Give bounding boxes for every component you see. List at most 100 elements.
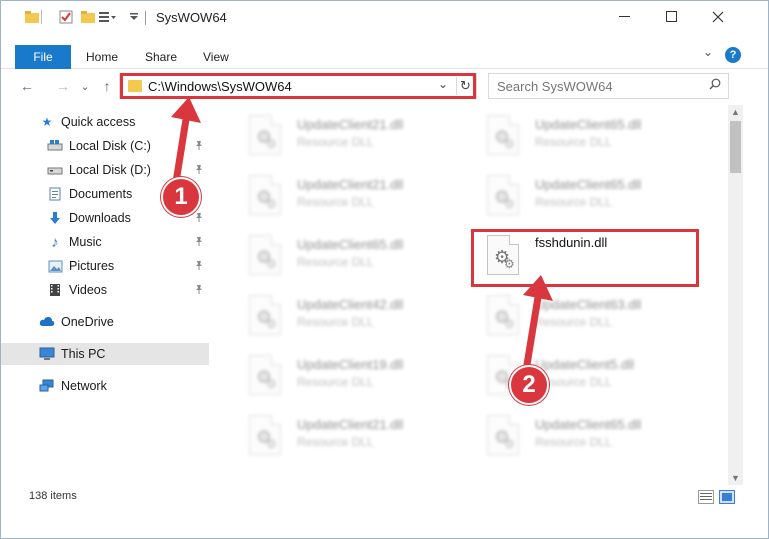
pin-icon[interactable] [194,284,204,297]
help-icon[interactable]: ? [725,47,741,63]
sidebar-item-videos[interactable]: Videos [1,279,209,301]
pin-icon[interactable] [194,236,204,249]
ribbon-expand-icon[interactable]: ⌄ [703,45,713,59]
file-type: Resource DLL [535,315,612,329]
file-item[interactable]: ⚙ ⚙ UpdateClient21.dll Resource DLL [237,111,467,161]
file-name: UpdateClient63.dll [535,297,642,312]
customize-toolbar-icon[interactable] [99,9,117,25]
tab-home[interactable]: Home [86,45,118,69]
pin-icon[interactable] [194,260,204,273]
star-icon: ★ [41,115,53,129]
sidebar-item-label: Local Disk (C:) [69,139,151,153]
new-folder-icon[interactable] [79,9,97,25]
ribbon-tabs: File Home Share View [1,41,768,69]
file-item[interactable]: ⚙⚙ UpdateClient5.dll Resource DLL [475,351,705,401]
file-type: Resource DLL [297,255,374,269]
search-box[interactable] [488,73,729,99]
file-name: UpdateClient5.dll [535,357,635,372]
sidebar-item-label: Quick access [61,115,136,129]
dll-file-icon: ⚙⚙ [249,415,281,455]
details-view-icon[interactable] [698,490,714,504]
file-name: UpdateClient19.dll [297,357,404,372]
file-type: Resource DLL [297,195,374,209]
pin-icon[interactable] [194,164,204,177]
tab-view[interactable]: View [203,45,229,69]
minimize-button[interactable] [602,1,648,33]
file-item[interactable]: ⚙ ⚙ UpdateClient65.dll Resource DLL [475,111,705,161]
maximize-button[interactable] [649,1,695,33]
sidebar-item-this-pc[interactable]: This PC [1,343,209,365]
file-item-fsshdunin[interactable]: ⚙ ⚙ fsshdunin.dll [475,231,705,281]
annotation-badge-1: 1 [161,177,201,217]
title-separator [145,11,146,25]
sidebar-item-pictures[interactable]: Pictures [1,255,209,277]
sidebar-item-network[interactable]: Network [1,375,209,397]
address-path[interactable]: C:\Windows\SysWOW64 [148,79,292,94]
recent-locations-dropdown[interactable]: ⌄ [79,76,91,96]
address-dropdown-icon[interactable]: ⌄ [438,77,448,91]
sidebar-item-label: Videos [69,283,107,297]
sidebar-item-local-disk-c[interactable]: Local Disk (C:) [1,135,209,157]
dll-file-icon: ⚙⚙ [487,415,519,455]
scroll-up-icon[interactable]: ▲ [728,105,743,119]
file-item[interactable]: ⚙ ⚙ UpdateClient65.dll Resource DLL [475,411,705,461]
file-name: UpdateClient21.dll [297,177,404,192]
dll-file-icon: ⚙⚙ [249,115,281,155]
sidebar-item-music[interactable]: ♪ Music [1,231,209,253]
pin-icon[interactable] [194,140,204,153]
file-name: UpdateClient21.dll [297,417,404,432]
dll-file-icon: ⚙⚙ [487,235,519,275]
refresh-icon[interactable]: ↻ [456,77,474,95]
pin-icon[interactable] [194,212,204,225]
network-icon [39,379,55,393]
window-title: SysWOW64 [156,10,227,25]
file-item[interactable]: ⚙ ⚙ UpdateClient65.dll Resource DLL [237,231,467,281]
sidebar-item-label: Downloads [69,211,131,225]
file-name: UpdateClient42.dll [297,297,404,312]
file-name: UpdateClient65.dll [297,237,404,252]
qa-separator [41,9,43,25]
quick-access-dropdown-icon[interactable] [125,9,143,25]
file-item[interactable]: ⚙ ⚙ UpdateClient63.dll Resource DLL [475,291,705,341]
navigation-bar: ← → ⌄ ↑ C:\Windows\SysWOW64 ⌄ ↻ [1,70,768,102]
forward-button[interactable]: → [53,76,73,96]
up-button[interactable]: ↑ [97,76,117,96]
drive-icon [47,139,63,153]
file-type: Resource DLL [535,195,612,209]
tab-file[interactable]: File [15,45,71,69]
back-button[interactable]: ← [17,76,37,96]
dll-file-icon: ⚙⚙ [249,175,281,215]
sidebar-item-label: Network [61,379,107,393]
sidebar-item-onedrive[interactable]: OneDrive [1,311,209,333]
large-icons-view-icon[interactable] [719,490,735,504]
file-item[interactable]: ⚙ ⚙ UpdateClient19.dll Resource DLL [237,351,467,401]
file-item[interactable]: ⚙ ⚙ UpdateClient21.dll Resource DLL [237,411,467,461]
sidebar-item-quick-access[interactable]: ★ Quick access [1,111,209,133]
tab-share[interactable]: Share [145,45,177,69]
file-name: UpdateClient65.dll [535,417,642,432]
file-type: Resource DLL [297,375,374,389]
file-type: Resource DLL [297,135,374,149]
drive-icon [47,163,63,177]
vertical-scrollbar[interactable]: ▲ ▼ [728,105,743,485]
search-icon[interactable] [709,78,721,93]
properties-icon[interactable] [57,9,75,25]
address-bar[interactable]: C:\Windows\SysWOW64 ⌄ ↻ [119,73,477,99]
file-type: Resource DLL [535,135,612,149]
sidebar-item-label: OneDrive [61,315,114,329]
videos-icon [47,283,63,297]
folder-icon[interactable] [23,9,41,25]
dll-file-icon: ⚙⚙ [249,295,281,335]
file-type: Resource DLL [297,315,374,329]
search-input[interactable] [497,78,697,95]
sidebar-item-label: Documents [69,187,133,201]
scroll-down-icon[interactable]: ▼ [728,471,743,485]
dll-file-icon: ⚙⚙ [487,175,519,215]
file-item[interactable]: ⚙ ⚙ UpdateClient65.dll Resource DLL [475,171,705,221]
file-item[interactable]: ⚙ ⚙ UpdateClient42.dll Resource DLL [237,291,467,341]
scroll-thumb[interactable] [730,121,741,173]
close-button[interactable] [695,1,741,33]
file-item[interactable]: ⚙ ⚙ UpdateClient21.dll Resource DLL [237,171,467,221]
file-list: ⚙ ⚙ UpdateClient21.dll Resource DLL ⚙ ⚙ Up… [223,105,725,485]
computer-icon [39,347,55,361]
